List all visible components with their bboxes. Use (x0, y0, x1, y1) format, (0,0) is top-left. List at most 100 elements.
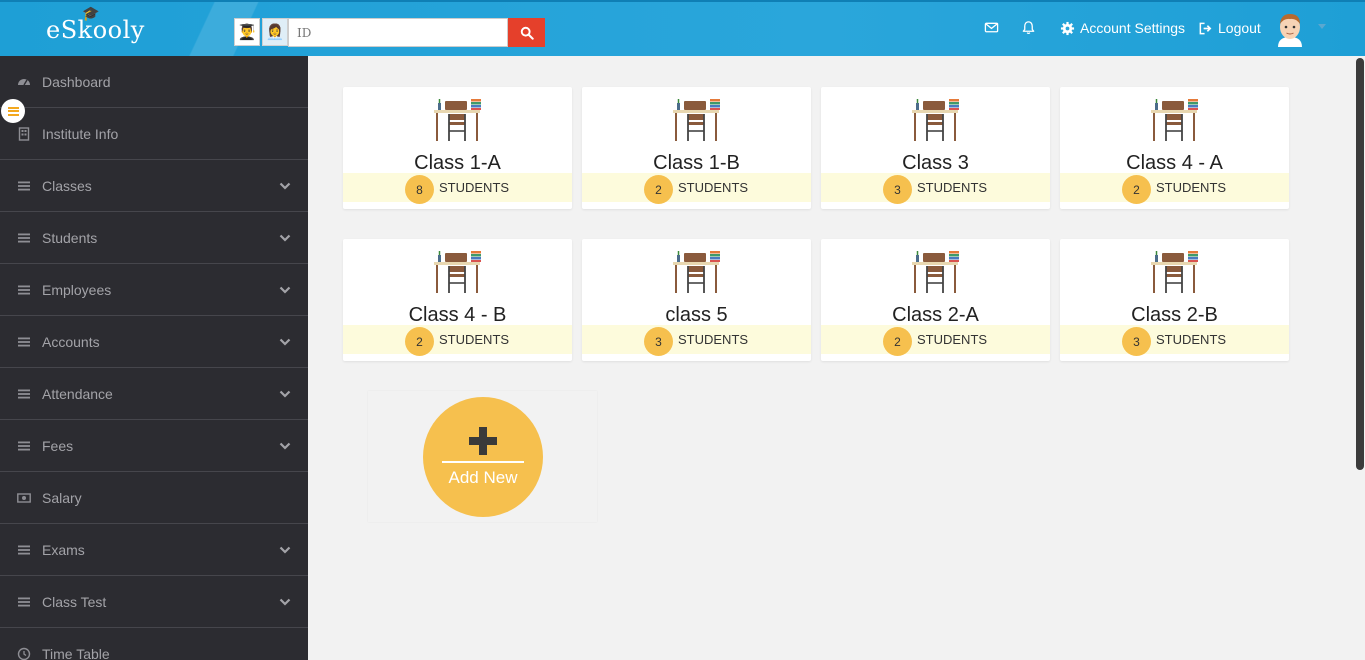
sidebar-item-label: Students (42, 229, 98, 246)
desk-icon (912, 251, 959, 293)
messages-button[interactable] (984, 20, 999, 35)
chevron-down-icon (279, 546, 291, 554)
sidebar-item-dashboard[interactable]: Dashboard (0, 56, 308, 108)
avatar-dropdown-caret[interactable] (1318, 24, 1326, 29)
student-count-badge: 8 (405, 175, 434, 204)
class-card[interactable]: class 5 3 STUDENTS (582, 239, 811, 361)
sidebar-item-students[interactable]: Students (0, 212, 308, 264)
scrollbar-thumb[interactable] (1356, 58, 1364, 470)
class-name: Class 1-B (653, 152, 740, 174)
students-label: STUDENTS (1156, 180, 1227, 195)
eskooly-logo[interactable]: eSkooly 🎓 (46, 6, 145, 44)
class-name: Class 1-A (414, 152, 501, 174)
logout-link[interactable]: Logout (1198, 20, 1261, 36)
menu-icon (17, 439, 31, 453)
class-card[interactable]: Class 4 - A 2 STUDENTS (1060, 87, 1289, 209)
sidebar-item-label: Fees (42, 437, 74, 454)
sidebar-item-label: Time Table (42, 645, 110, 660)
class-name: Class 4 - B (408, 304, 507, 326)
student-count-badge: 2 (644, 175, 673, 204)
student-count-badge: 2 (883, 327, 912, 356)
building-icon (17, 126, 31, 141)
dashboard-icon (17, 75, 31, 89)
hamburger-icon (7, 106, 19, 116)
search-button[interactable] (508, 18, 545, 47)
class-card[interactable]: Class 3 3 STUDENTS (821, 87, 1050, 209)
graduation-cap-icon: 🎓 (82, 6, 100, 22)
menu-icon (17, 283, 31, 297)
account-settings-label: Account Settings (1080, 20, 1186, 36)
sidebar-item-time-table[interactable]: Time Table (0, 628, 308, 660)
logout-icon (1199, 22, 1212, 34)
teacher-role-icon[interactable]: 👨‍🎓 (234, 18, 260, 46)
desk-icon (673, 99, 720, 141)
sidebar-item-label: Exams (42, 541, 85, 558)
add-new-class-card: Add New (368, 391, 597, 522)
class-name: class 5 (665, 304, 728, 326)
student-count-badge: 3 (644, 327, 673, 356)
chevron-down-icon (279, 598, 291, 606)
sidebar-item-employees[interactable]: Employees (0, 264, 308, 316)
sidebar-item-label: Class Test (42, 593, 107, 610)
student-role-icon[interactable]: 👩‍💼 (262, 18, 288, 46)
sidebar-item-label: Dashboard (42, 73, 111, 90)
class-card[interactable]: Class 1-B 2 STUDENTS (582, 87, 811, 209)
menu-icon (17, 543, 31, 557)
notifications-button[interactable] (1021, 20, 1036, 35)
bell-icon (1022, 21, 1035, 34)
menu-icon (17, 179, 31, 193)
menu-icon (17, 231, 31, 245)
account-settings-link[interactable]: Account Settings (1060, 20, 1185, 36)
desk-icon (912, 99, 959, 141)
student-count-badge: 3 (883, 175, 912, 204)
sidebar-nav: Dashboard Institute Info Classes Students Em… (0, 56, 308, 660)
class-name: Class 3 (902, 152, 969, 174)
sidebar-item-label: Accounts (42, 333, 100, 350)
class-card[interactable]: Class 4 - B 2 STUDENTS (343, 239, 572, 361)
desk-icon (434, 99, 481, 141)
class-card[interactable]: Class 1-A 8 STUDENTS (343, 87, 572, 209)
envelope-icon (984, 22, 999, 33)
clock-icon (17, 647, 31, 660)
chevron-down-icon (279, 234, 291, 242)
desk-icon (1151, 251, 1198, 293)
class-card[interactable]: Class 2-A 2 STUDENTS (821, 239, 1050, 361)
page-scrollbar[interactable] (1355, 56, 1365, 660)
sidebar-item-label: Attendance (42, 385, 113, 402)
students-label: STUDENTS (678, 332, 749, 347)
chevron-down-icon (279, 338, 291, 346)
desk-icon (673, 251, 720, 293)
chevron-down-icon (279, 390, 291, 398)
desk-icon (434, 251, 481, 293)
search-icon (520, 26, 534, 40)
sidebar-item-accounts[interactable]: Accounts (0, 316, 308, 368)
sidebar-item-attendance[interactable]: Attendance (0, 368, 308, 420)
add-new-label: Add New (448, 468, 518, 487)
sidebar-item-institute-info[interactable]: Institute Info (0, 108, 308, 160)
sidebar-item-salary[interactable]: Salary (0, 472, 308, 524)
student-count-badge: 2 (405, 327, 434, 356)
student-count-badge: 3 (1122, 327, 1151, 356)
chevron-down-icon (279, 442, 291, 450)
sidebar-item-label: Employees (42, 281, 112, 298)
sidebar-toggle-button[interactable] (1, 99, 25, 123)
class-name: Class 4 - A (1126, 152, 1223, 174)
sidebar-item-fees[interactable]: Fees (0, 420, 308, 472)
sidebar-item-exams[interactable]: Exams (0, 524, 308, 576)
search-input[interactable] (288, 18, 508, 47)
add-new-button[interactable]: Add New (423, 397, 543, 517)
user-avatar[interactable] (1274, 11, 1306, 47)
desk-icon (1151, 99, 1198, 141)
students-label: STUDENTS (678, 180, 749, 195)
students-label: STUDENTS (439, 180, 510, 195)
sidebar-item-classes[interactable]: Classes (0, 160, 308, 212)
menu-icon (17, 387, 31, 401)
top-header: eSkooly 🎓 👨‍🎓 👩‍💼 Account Settings Logou… (0, 0, 1365, 58)
students-label: STUDENTS (917, 180, 988, 195)
class-card[interactable]: Class 2-B 3 STUDENTS (1060, 239, 1289, 361)
menu-icon (17, 595, 31, 609)
logout-label: Logout (1218, 20, 1261, 36)
students-label: STUDENTS (439, 332, 510, 347)
sidebar-item-class-test[interactable]: Class Test (0, 576, 308, 628)
students-label: STUDENTS (1156, 332, 1227, 347)
